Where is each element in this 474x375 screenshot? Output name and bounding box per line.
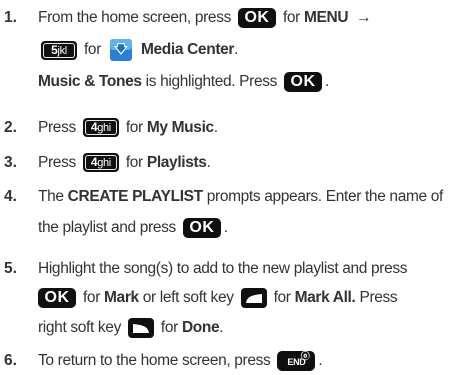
step-4-line-1: The CREATE PLAYLIST prompts appears. Ent… [38, 185, 443, 209]
playlists-label: Playlists [146, 154, 207, 171]
step-6-line: To return to the home screen, press END ⓞ… [38, 349, 323, 373]
my-music-label: My Music [146, 119, 214, 136]
period: . [234, 41, 239, 59]
step-number: 4. [4, 188, 17, 205]
period: . [325, 73, 329, 90]
step-4-line-2: the playlist and press OK. [38, 216, 228, 240]
instruction-page: 1. From the home screen, press OK for ME… [0, 0, 474, 375]
text: is highlighted. Press [145, 73, 278, 90]
text: for [125, 119, 143, 136]
text: or left soft key [142, 289, 234, 306]
text: To return to the home screen, press [38, 352, 271, 369]
mark-label: Mark [103, 289, 139, 306]
ok-key-icon: OK [38, 287, 76, 308]
period: . [318, 352, 323, 369]
text: Press [38, 119, 76, 136]
step-number: 2. [4, 119, 17, 136]
period: . [206, 154, 211, 171]
step-2-line: Press 4ghi for My Music. [38, 116, 218, 140]
create-playlist-label: CREATE PLAYLIST [67, 188, 203, 205]
text: Press [359, 289, 398, 306]
done-label: Done [181, 319, 220, 336]
mark-all-label: Mark All. [294, 289, 356, 306]
step-1-line-2: 5jkl for Media Center. [38, 38, 238, 62]
text: From the home screen, press [38, 9, 231, 26]
text: for [83, 41, 102, 59]
text: The [38, 188, 64, 205]
period: . [213, 119, 218, 136]
ok-key-icon: OK [284, 71, 322, 92]
step-3-line: Press 4ghi for Playlists. [38, 151, 211, 175]
media-center-icon [109, 39, 132, 61]
end-key-icon: END ⓞ [277, 350, 316, 371]
ok-key-icon: OK [237, 7, 276, 28]
music-tones-label: Music & Tones [38, 73, 142, 90]
text: the playlist and press [38, 219, 176, 236]
step-5-line-3: right soft key for Done. [38, 316, 224, 340]
step-1-line-3: Music & Tones is highlighted. Press OK. [38, 70, 329, 94]
step-5-line-2: OK for Mark or left soft key for Mark Al… [38, 286, 398, 310]
arrow-icon: → [356, 9, 372, 26]
step-number: 1. [4, 9, 17, 26]
text: for [282, 9, 300, 26]
menu-label: MENU [303, 9, 349, 26]
ok-key-icon: OK [182, 217, 221, 238]
media-center-label: Media Center [140, 41, 235, 59]
text: Highlight the song(s) to add to the new … [38, 260, 408, 277]
step-number: 6. [4, 352, 17, 369]
step-number: 5. [4, 260, 17, 277]
period: . [219, 319, 224, 336]
text: prompts appears. Enter the name of [206, 188, 444, 205]
text: Press [38, 154, 76, 171]
text: right soft key [38, 319, 121, 336]
text: for [160, 319, 178, 336]
left-softkey-icon [240, 287, 267, 308]
text: for [82, 289, 101, 306]
key-5-icon: 5jkl [41, 40, 77, 60]
step-1-line-1: From the home screen, press OK for MENU … [38, 6, 375, 30]
text: for [125, 154, 143, 171]
text: for [273, 289, 291, 306]
key-4-icon: 4ghi [82, 153, 119, 173]
right-softkey-icon [127, 317, 154, 338]
key-4-icon: 4ghi [82, 118, 119, 138]
period: . [223, 219, 228, 236]
step-5-line-1: Highlight the song(s) to add to the new … [38, 257, 408, 281]
step-number: 3. [4, 154, 17, 171]
